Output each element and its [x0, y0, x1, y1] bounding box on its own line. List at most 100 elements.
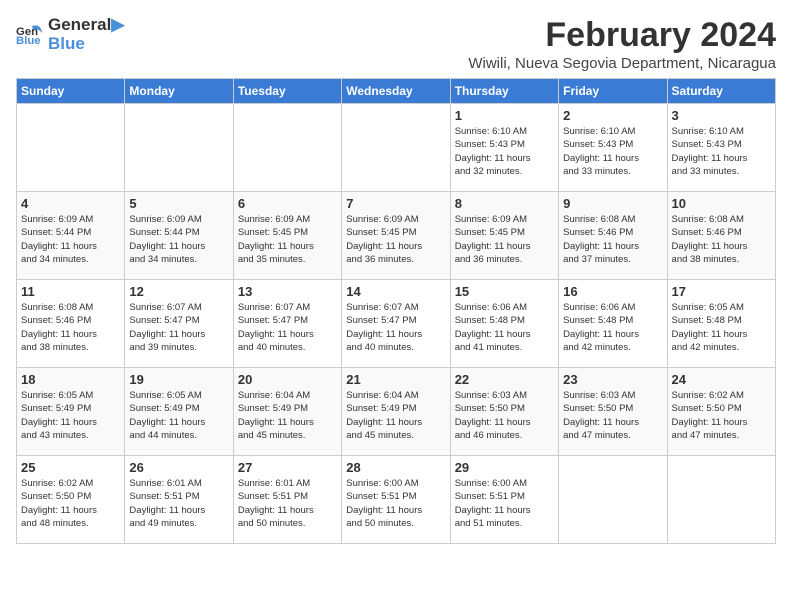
- day-number: 22: [455, 372, 554, 387]
- day-number: 15: [455, 284, 554, 299]
- day-info: Sunrise: 6:10 AM Sunset: 5:43 PM Dayligh…: [455, 125, 554, 178]
- day-info: Sunrise: 6:03 AM Sunset: 5:50 PM Dayligh…: [563, 389, 662, 442]
- day-number: 19: [129, 372, 228, 387]
- day-number: 17: [672, 284, 771, 299]
- day-info: Sunrise: 6:09 AM Sunset: 5:45 PM Dayligh…: [346, 213, 445, 266]
- day-info: Sunrise: 6:05 AM Sunset: 5:49 PM Dayligh…: [129, 389, 228, 442]
- calendar-cell: 3 Sunrise: 6:10 AM Sunset: 5:43 PM Daylig…: [667, 104, 775, 192]
- logo: Gen Blue General▶ Blue: [16, 16, 124, 53]
- calendar-cell: 14 Sunrise: 6:07 AM Sunset: 5:47 PM Dayli…: [342, 280, 450, 368]
- title-area: February 2024 Wiwili, Nueva Segovia Depa…: [468, 16, 776, 72]
- day-info: Sunrise: 6:00 AM Sunset: 5:51 PM Dayligh…: [346, 477, 445, 530]
- day-info: Sunrise: 6:09 AM Sunset: 5:45 PM Dayligh…: [238, 213, 337, 266]
- header-tuesday: Tuesday: [233, 79, 341, 104]
- calendar-cell: [667, 456, 775, 544]
- day-info: Sunrise: 6:05 AM Sunset: 5:49 PM Dayligh…: [21, 389, 120, 442]
- calendar-cell: 25Sunrise: 6:02 AM Sunset: 5:50 PM Dayli…: [17, 456, 125, 544]
- calendar-cell: 24Sunrise: 6:02 AM Sunset: 5:50 PM Dayli…: [667, 368, 775, 456]
- day-info: Sunrise: 6:09 AM Sunset: 5:44 PM Dayligh…: [21, 213, 120, 266]
- calendar-week-2: 4 Sunrise: 6:09 AM Sunset: 5:44 PM Daylig…: [17, 192, 776, 280]
- day-info: Sunrise: 6:05 AM Sunset: 5:48 PM Dayligh…: [672, 301, 771, 354]
- day-info: Sunrise: 6:08 AM Sunset: 5:46 PM Dayligh…: [563, 213, 662, 266]
- calendar-cell: 28 Sunrise: 6:00 AM Sunset: 5:51 PM Dayli…: [342, 456, 450, 544]
- calendar-cell: 10 Sunrise: 6:08 AM Sunset: 5:46 PM Dayli…: [667, 192, 775, 280]
- calendar-cell: 8 Sunrise: 6:09 AM Sunset: 5:45 PM Daylig…: [450, 192, 558, 280]
- day-number: 20: [238, 372, 337, 387]
- calendar-cell: 5Sunrise: 6:09 AM Sunset: 5:44 PM Daylig…: [125, 192, 233, 280]
- day-number: 16: [563, 284, 662, 299]
- calendar-cell: [125, 104, 233, 192]
- logo-icon: Gen Blue: [16, 21, 44, 49]
- day-info: Sunrise: 6:06 AM Sunset: 5:48 PM Dayligh…: [563, 301, 662, 354]
- day-info: Sunrise: 6:08 AM Sunset: 5:46 PM Dayligh…: [21, 301, 120, 354]
- calendar-cell: [559, 456, 667, 544]
- day-info: Sunrise: 6:07 AM Sunset: 5:47 PM Dayligh…: [129, 301, 228, 354]
- day-number: 26: [129, 460, 228, 475]
- day-number: 28: [346, 460, 445, 475]
- calendar-cell: 15Sunrise: 6:06 AM Sunset: 5:48 PM Dayli…: [450, 280, 558, 368]
- day-number: 6: [238, 196, 337, 211]
- day-info: Sunrise: 6:07 AM Sunset: 5:47 PM Dayligh…: [238, 301, 337, 354]
- logo-line2: Blue: [48, 35, 124, 54]
- day-info: Sunrise: 6:09 AM Sunset: 5:45 PM Dayligh…: [455, 213, 554, 266]
- calendar-cell: 21 Sunrise: 6:04 AM Sunset: 5:49 PM Dayli…: [342, 368, 450, 456]
- header-friday: Friday: [559, 79, 667, 104]
- calendar-cell: 9 Sunrise: 6:08 AM Sunset: 5:46 PM Daylig…: [559, 192, 667, 280]
- day-number: 11: [21, 284, 120, 299]
- calendar-week-5: 25Sunrise: 6:02 AM Sunset: 5:50 PM Dayli…: [17, 456, 776, 544]
- header-monday: Monday: [125, 79, 233, 104]
- day-info: Sunrise: 6:10 AM Sunset: 5:43 PM Dayligh…: [563, 125, 662, 178]
- day-info: Sunrise: 6:04 AM Sunset: 5:49 PM Dayligh…: [238, 389, 337, 442]
- day-info: Sunrise: 6:07 AM Sunset: 5:47 PM Dayligh…: [346, 301, 445, 354]
- day-number: 1: [455, 108, 554, 123]
- day-number: 23: [563, 372, 662, 387]
- header-sunday: Sunday: [17, 79, 125, 104]
- calendar-cell: 26 Sunrise: 6:01 AM Sunset: 5:51 PM Dayli…: [125, 456, 233, 544]
- calendar-cell: [233, 104, 341, 192]
- day-number: 18: [21, 372, 120, 387]
- calendar-cell: 2Sunrise: 6:10 AM Sunset: 5:43 PM Daylig…: [559, 104, 667, 192]
- calendar-cell: 16 Sunrise: 6:06 AM Sunset: 5:48 PM Dayli…: [559, 280, 667, 368]
- day-number: 7: [346, 196, 445, 211]
- day-number: 13: [238, 284, 337, 299]
- calendar-cell: [342, 104, 450, 192]
- calendar-cell: 12 Sunrise: 6:07 AM Sunset: 5:47 PM Dayli…: [125, 280, 233, 368]
- day-info: Sunrise: 6:01 AM Sunset: 5:51 PM Dayligh…: [129, 477, 228, 530]
- calendar-cell: 11 Sunrise: 6:08 AM Sunset: 5:46 PM Dayli…: [17, 280, 125, 368]
- svg-text:Blue: Blue: [16, 34, 41, 46]
- calendar-cell: 23 Sunrise: 6:03 AM Sunset: 5:50 PM Dayli…: [559, 368, 667, 456]
- calendar-cell: 17 Sunrise: 6:05 AM Sunset: 5:48 PM Dayli…: [667, 280, 775, 368]
- day-number: 4: [21, 196, 120, 211]
- calendar-cell: 13 Sunrise: 6:07 AM Sunset: 5:47 PM Dayli…: [233, 280, 341, 368]
- day-number: 3: [672, 108, 771, 123]
- day-number: 12: [129, 284, 228, 299]
- calendar-cell: 19 Sunrise: 6:05 AM Sunset: 5:49 PM Dayli…: [125, 368, 233, 456]
- logo-line1: General▶: [48, 16, 124, 35]
- day-number: 27: [238, 460, 337, 475]
- day-info: Sunrise: 6:08 AM Sunset: 5:46 PM Dayligh…: [672, 213, 771, 266]
- calendar-cell: 18 Sunrise: 6:05 AM Sunset: 5:49 PM Dayli…: [17, 368, 125, 456]
- day-number: 14: [346, 284, 445, 299]
- calendar-week-1: 1 Sunrise: 6:10 AM Sunset: 5:43 PM Daylig…: [17, 104, 776, 192]
- day-number: 21: [346, 372, 445, 387]
- day-info: Sunrise: 6:09 AM Sunset: 5:44 PM Dayligh…: [129, 213, 228, 266]
- location: Wiwili, Nueva Segovia Department, Nicara…: [468, 55, 776, 72]
- calendar-cell: 1 Sunrise: 6:10 AM Sunset: 5:43 PM Daylig…: [450, 104, 558, 192]
- calendar-cell: 6 Sunrise: 6:09 AM Sunset: 5:45 PM Daylig…: [233, 192, 341, 280]
- day-number: 9: [563, 196, 662, 211]
- day-info: Sunrise: 6:00 AM Sunset: 5:51 PM Dayligh…: [455, 477, 554, 530]
- calendar-cell: 7 Sunrise: 6:09 AM Sunset: 5:45 PM Daylig…: [342, 192, 450, 280]
- calendar-cell: [17, 104, 125, 192]
- header-thursday: Thursday: [450, 79, 558, 104]
- calendar-cell: 4 Sunrise: 6:09 AM Sunset: 5:44 PM Daylig…: [17, 192, 125, 280]
- day-info: Sunrise: 6:04 AM Sunset: 5:49 PM Dayligh…: [346, 389, 445, 442]
- day-info: Sunrise: 6:03 AM Sunset: 5:50 PM Dayligh…: [455, 389, 554, 442]
- calendar-cell: 27 Sunrise: 6:01 AM Sunset: 5:51 PM Dayli…: [233, 456, 341, 544]
- day-info: Sunrise: 6:01 AM Sunset: 5:51 PM Dayligh…: [238, 477, 337, 530]
- day-number: 8: [455, 196, 554, 211]
- day-number: 10: [672, 196, 771, 211]
- calendar-week-3: 11 Sunrise: 6:08 AM Sunset: 5:46 PM Dayli…: [17, 280, 776, 368]
- header-wednesday: Wednesday: [342, 79, 450, 104]
- day-info: Sunrise: 6:10 AM Sunset: 5:43 PM Dayligh…: [672, 125, 771, 178]
- header: Gen Blue General▶ Blue February 2024 Wiw…: [16, 16, 776, 72]
